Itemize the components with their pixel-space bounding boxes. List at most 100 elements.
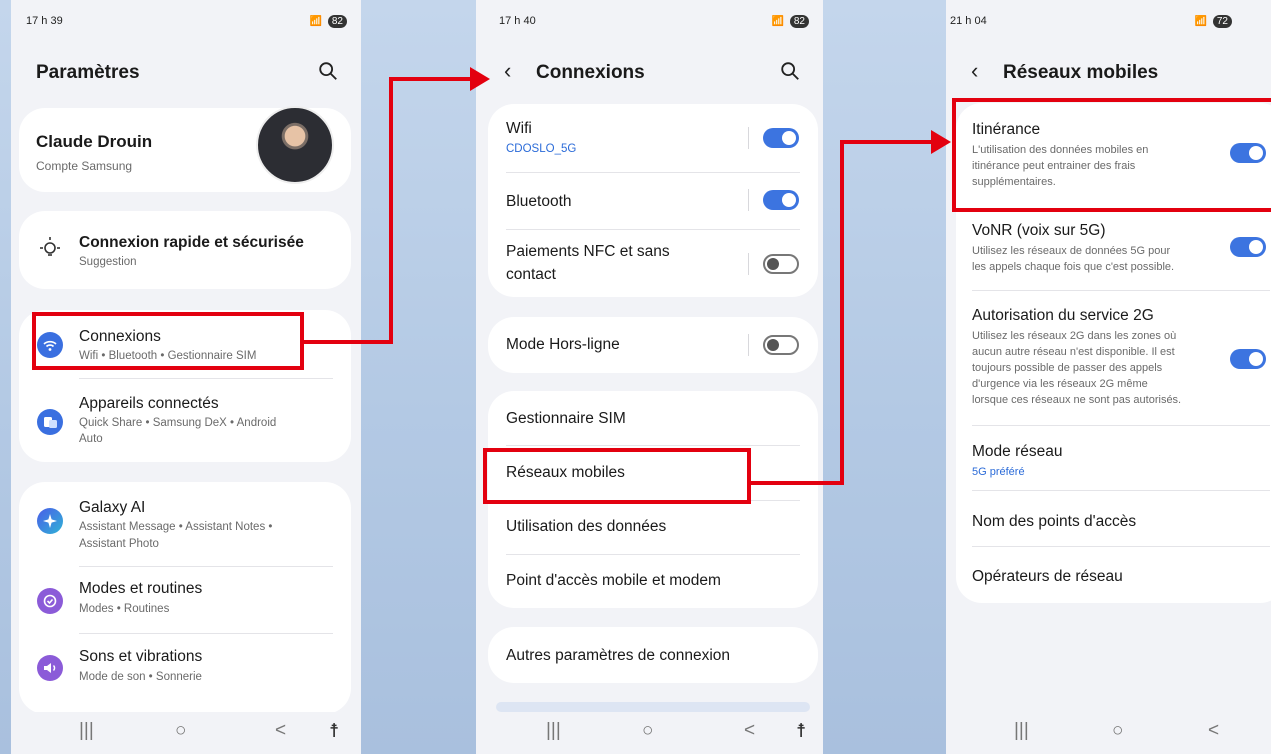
battery-icon: 72 xyxy=(1212,15,1232,28)
divider xyxy=(748,127,749,149)
back-button[interactable]: < xyxy=(1208,720,1219,742)
2g-desc-line3: toujours possible de passer des appels xyxy=(972,362,1163,374)
sim-manager-label: Gestionnaire SIM xyxy=(506,410,626,427)
status-time: 17 h 40 xyxy=(499,15,536,27)
2g-service-row[interactable]: Autorisation du service 2G Utilisez les … xyxy=(956,291,1271,425)
vonr-toggle[interactable] xyxy=(1230,237,1266,257)
status-bar: 17 h 40 📶 82 xyxy=(476,13,823,33)
avatar[interactable] xyxy=(256,106,334,184)
data-usage-label: Utilisation des données xyxy=(506,518,667,535)
connected-devices-label: Appareils connectés xyxy=(79,395,219,412)
search-icon[interactable] xyxy=(317,60,339,82)
2g-service-toggle[interactable] xyxy=(1230,349,1266,369)
connected-devices-icon xyxy=(37,409,63,435)
search-icon[interactable] xyxy=(779,60,801,82)
hotspot-row[interactable]: Point d'accès mobile et modem xyxy=(488,555,818,608)
bluetooth-toggle[interactable] xyxy=(763,190,799,210)
sound-icon xyxy=(37,655,63,681)
airplane-mode-toggle[interactable] xyxy=(763,335,799,355)
bluetooth-row[interactable]: Bluetooth xyxy=(488,173,818,229)
vonr-desc-line1: Utilisez les réseaux de données 5G pour xyxy=(972,245,1171,257)
accessibility-button[interactable]: ☨ xyxy=(796,720,806,743)
data-usage-row[interactable]: Utilisation des données xyxy=(488,501,818,555)
recents-button[interactable]: ||| xyxy=(546,720,561,742)
2g-desc-line4: d'urgence via les réseaux 2G même xyxy=(972,378,1148,390)
settings-group-2: Galaxy AI Assistant Message • Assistant … xyxy=(19,482,351,714)
page-title: Réseaux mobiles xyxy=(1003,62,1159,83)
airplane-mode-label: Mode Hors-ligne xyxy=(506,336,620,353)
wifi-row[interactable]: Wifi CDOSLO_5G xyxy=(488,104,818,172)
page-title: Connexions xyxy=(536,62,645,83)
header: ‹ Connexions xyxy=(476,56,823,90)
account-card[interactable]: Claude Drouin Compte Samsung xyxy=(19,106,351,192)
recents-button[interactable]: ||| xyxy=(79,720,94,742)
navigation-bar: ||| ○ < xyxy=(946,712,1271,754)
connections-group-1: Wifi CDOSLO_5G Bluetooth Paiements NFC e… xyxy=(488,104,818,297)
settings-item-connected-devices[interactable]: Appareils connectés Quick Share • Samsun… xyxy=(19,379,351,462)
highlight-itinerance xyxy=(952,98,1271,212)
network-operators-label: Opérateurs de réseau xyxy=(972,568,1123,585)
connected-devices-sub-line1: Quick Share • Samsung DeX • Android xyxy=(79,417,277,429)
home-button[interactable]: ○ xyxy=(642,720,653,742)
status-icons: 📶 72 xyxy=(1195,15,1232,28)
vonr-label: VoNR (voix sur 5G) xyxy=(972,222,1106,239)
account-subtitle: Compte Samsung xyxy=(36,159,133,173)
apn-row[interactable]: Nom des points d'accès xyxy=(956,491,1271,545)
connector-line xyxy=(840,140,940,144)
modes-icon xyxy=(37,588,63,614)
connector-line xyxy=(840,140,844,485)
wifi-toggle[interactable] xyxy=(763,128,799,148)
page-title: Paramètres xyxy=(36,62,140,83)
nfc-row[interactable]: Paiements NFC et sans contact xyxy=(488,230,818,297)
galaxy-ai-icon xyxy=(37,508,63,534)
connector-line xyxy=(389,77,393,344)
airplane-card[interactable]: Mode Hors-ligne xyxy=(488,317,818,373)
battery-icon: 82 xyxy=(327,15,347,28)
arrow-head-icon xyxy=(470,67,490,91)
back-arrow-icon[interactable]: ‹ xyxy=(504,58,511,84)
network-mode-value: 5G préféré xyxy=(972,466,1025,478)
nfc-label-line1: Paiements NFC et sans xyxy=(506,243,670,260)
network-operators-row[interactable]: Opérateurs de réseau xyxy=(956,547,1271,603)
status-bar: 21 h 04 📶 72 xyxy=(946,13,1271,33)
bluetooth-label: Bluetooth xyxy=(506,193,572,210)
vonr-desc-line2: les appels chaque fois que c'est possibl… xyxy=(972,261,1175,273)
navigation-bar: ||| ○ < ☨ xyxy=(11,712,361,754)
status-icons: 📶 82 xyxy=(310,15,347,28)
highlight-connexions xyxy=(32,312,304,370)
back-button[interactable]: < xyxy=(275,720,286,742)
2g-desc-line2: aucun autre réseau n'est disponible. Il … xyxy=(972,346,1175,358)
status-bar: 17 h 39 📶 82 xyxy=(11,13,361,33)
wifi-label: Wifi xyxy=(506,120,532,137)
status-icons: 📶 82 xyxy=(772,15,809,28)
sim-manager-row[interactable]: Gestionnaire SIM xyxy=(488,391,818,445)
home-button[interactable]: ○ xyxy=(1112,720,1123,742)
accessibility-button[interactable]: ☨ xyxy=(329,720,339,743)
back-arrow-icon[interactable]: ‹ xyxy=(971,58,978,84)
home-button[interactable]: ○ xyxy=(175,720,186,742)
2g-service-label: Autorisation du service 2G xyxy=(972,307,1154,324)
back-button[interactable]: < xyxy=(744,720,755,742)
apn-label: Nom des points d'accès xyxy=(972,513,1137,530)
network-mode-label: Mode réseau xyxy=(972,443,1063,460)
status-time: 17 h 39 xyxy=(26,15,63,27)
galaxy-ai-label: Galaxy AI xyxy=(79,499,146,516)
suggestion-subtitle: Suggestion xyxy=(79,256,137,268)
connector-line xyxy=(389,77,479,81)
sounds-sub: Mode de son • Sonnerie xyxy=(79,671,202,683)
more-settings-card[interactable]: Autres paramètres de connexion xyxy=(488,627,818,683)
suggestion-card[interactable]: Connexion rapide et sécurisée Suggestion xyxy=(19,211,351,289)
settings-item-sounds[interactable]: Sons et vibrations Mode de son • Sonneri… xyxy=(19,634,351,702)
navigation-bar: ||| ○ < ☨ xyxy=(476,712,823,754)
nfc-toggle[interactable] xyxy=(763,254,799,274)
galaxy-ai-sub-line1: Assistant Message • Assistant Notes • xyxy=(79,521,273,533)
recents-button[interactable]: ||| xyxy=(1014,720,1029,742)
settings-item-galaxy-ai[interactable]: Galaxy AI Assistant Message • Assistant … xyxy=(19,482,351,566)
connected-devices-sub-line2: Auto xyxy=(79,433,103,445)
settings-item-modes[interactable]: Modes et routines Modes • Routines xyxy=(19,567,351,633)
vonr-row[interactable]: VoNR (voix sur 5G) Utilisez les réseaux … xyxy=(956,210,1271,290)
hotspot-label: Point d'accès mobile et modem xyxy=(506,572,721,589)
arrow-head-icon xyxy=(931,130,951,154)
modes-label: Modes et routines xyxy=(79,580,203,597)
network-mode-row[interactable]: Mode réseau 5G préféré xyxy=(956,426,1271,490)
